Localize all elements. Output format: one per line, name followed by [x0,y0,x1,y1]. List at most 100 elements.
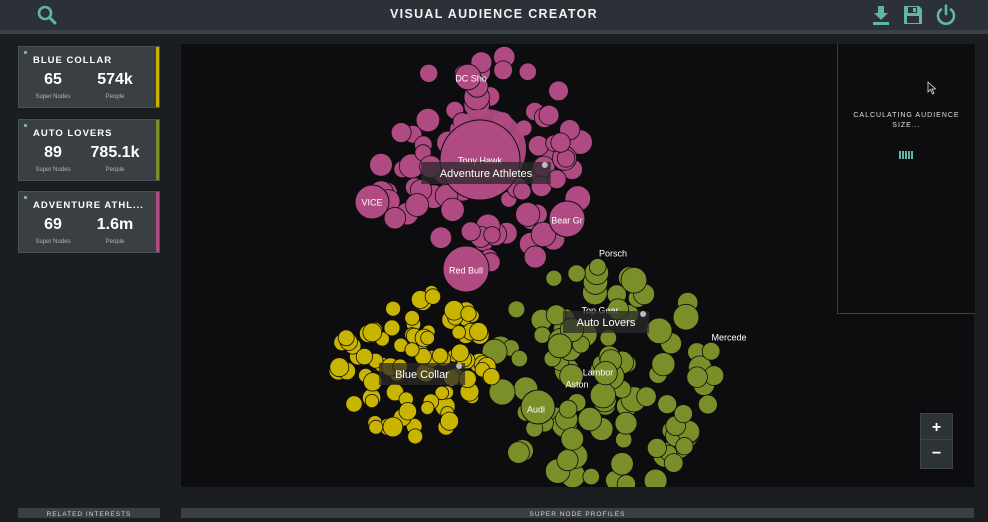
interest-node[interactable] [527,135,550,157]
interest-node[interactable] [337,329,355,347]
cluster-handle[interactable] [541,162,548,168]
cluster-auto-lovers[interactable]: PorschTop GearMercedeLamborAstonAudiAuto… [481,249,747,488]
interest-node[interactable] [547,333,573,359]
super-node-label[interactable]: DC Sho [455,74,487,84]
interest-node[interactable] [507,441,530,464]
interest-node[interactable] [507,300,526,319]
interest-node[interactable] [431,347,449,364]
cluster-handle[interactable] [456,363,463,369]
cluster-label[interactable]: Blue Collar [395,369,449,381]
super-node-label[interactable]: Red Bull [449,266,483,276]
power-icon[interactable] [934,3,958,27]
interest-node[interactable] [515,201,541,227]
interest-node[interactable] [538,104,560,126]
super-node-label[interactable]: Porsch [599,249,627,259]
interest-node[interactable] [523,245,547,269]
cluster-blue-collar[interactable]: Blue Collar [328,285,501,445]
download-icon[interactable] [869,3,893,27]
super-node-label[interactable]: Audi [527,405,545,415]
interest-node[interactable] [390,122,412,143]
related-interests-tab[interactable]: RELATED INTERESTS [18,508,160,518]
interest-node[interactable] [420,400,435,415]
interest-node[interactable] [663,453,684,473]
cluster-handle[interactable] [640,311,647,317]
interest-node[interactable] [558,399,578,419]
interest-node[interactable] [398,402,418,421]
interest-node[interactable] [636,386,657,407]
interest-node[interactable] [548,80,569,102]
interest-node[interactable] [443,300,465,321]
interest-node[interactable] [404,310,420,326]
interest-node[interactable] [368,419,384,435]
interest-node[interactable] [383,206,407,230]
interest-node[interactable] [329,357,350,378]
interest-node[interactable] [614,411,638,435]
interest-node[interactable] [440,197,465,222]
interest-node[interactable] [646,317,673,345]
interest-node[interactable] [362,322,383,343]
interest-node[interactable] [439,411,459,431]
interest-node[interactable] [385,300,402,317]
zoom-out-button[interactable]: − [920,439,953,469]
super-node-label[interactable]: Bear Gr [551,216,583,226]
super-node-label[interactable]: Mercede [711,333,746,343]
super-node-profiles-tab[interactable]: SUPER NODE PROFILES [181,508,974,518]
interest-node[interactable] [404,342,420,358]
interest-node[interactable] [451,325,467,340]
interest-node[interactable] [493,60,513,81]
super-node-label[interactable]: Lambor [583,368,614,378]
interest-node[interactable] [369,153,393,177]
interest-node[interactable] [510,349,528,368]
interest-node[interactable] [588,258,607,276]
cluster-adventure-athletes[interactable]: DC ShoTony HawkVICEBear GrRed BullAdvent… [354,45,593,293]
interest-node[interactable] [419,63,439,83]
super-node-label[interactable]: Aston [565,380,588,390]
interest-node[interactable] [610,452,634,476]
interest-node[interactable] [589,382,616,409]
interest-node[interactable] [383,319,401,337]
interest-node[interactable] [701,341,721,361]
audience-card-adventure-athletes[interactable]: ADVENTURE ATHL... 69 1.6m Super Nodes Pe… [18,191,160,253]
interest-node[interactable] [567,264,586,283]
interest-node[interactable] [646,437,667,458]
interest-node[interactable] [698,394,718,415]
interest-node[interactable] [469,322,489,342]
interest-node[interactable] [355,347,373,366]
interest-node[interactable] [420,330,435,346]
interest-node[interactable] [560,427,585,451]
interest-node[interactable] [550,132,571,153]
interest-node[interactable] [673,404,693,424]
interest-node[interactable] [545,269,563,287]
interest-node[interactable] [657,394,678,415]
interest-node[interactable] [513,182,532,201]
interest-node[interactable] [620,266,648,294]
cluster-label[interactable]: Auto Lovers [577,317,636,329]
interest-node[interactable] [577,406,602,432]
interest-node[interactable] [382,416,404,438]
cluster-label[interactable]: Adventure Athletes [440,168,533,180]
interest-node[interactable] [651,352,676,377]
audience-card-auto-lovers[interactable]: AUTO LOVERS 89 785.1k Super Nodes People [18,119,160,181]
interest-node[interactable] [415,107,441,133]
interest-node[interactable] [643,468,668,487]
interest-node[interactable] [460,221,481,242]
interest-node[interactable] [556,449,579,472]
interest-node[interactable] [405,193,430,217]
interest-node[interactable] [429,226,453,249]
save-icon[interactable] [901,3,925,27]
interest-node[interactable] [582,467,600,486]
interest-node[interactable] [686,366,708,388]
interest-node[interactable] [482,368,501,386]
interest-node[interactable] [424,288,442,305]
super-node-label[interactable]: VICE [361,198,382,208]
interest-node[interactable] [518,62,537,81]
interest-node[interactable] [675,437,694,456]
interest-node[interactable] [364,393,379,409]
interest-node[interactable] [460,305,477,322]
interest-node[interactable] [450,343,470,363]
interest-node[interactable] [407,428,424,445]
interest-node[interactable] [345,395,363,413]
interest-node[interactable] [483,226,501,244]
audience-card-blue-collar[interactable]: BLUE COLLAR 65 574k Super Nodes People [18,46,160,108]
interest-node[interactable] [672,303,700,331]
